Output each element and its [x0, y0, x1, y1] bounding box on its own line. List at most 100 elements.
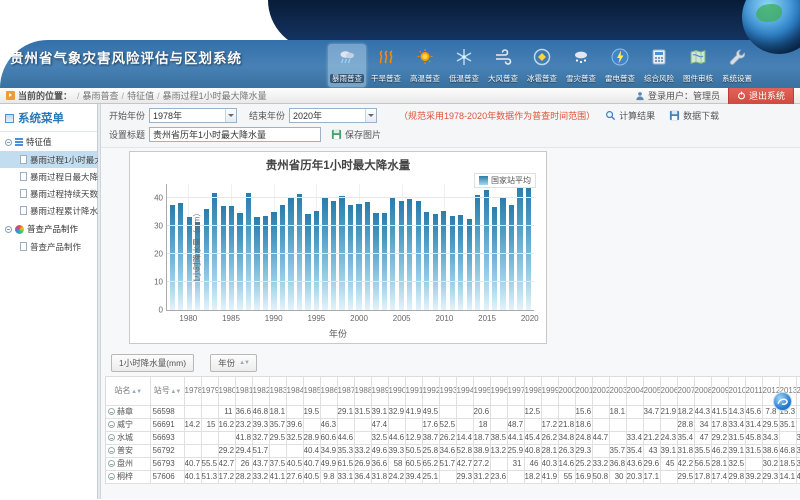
year-header-1983[interactable]: 1983 — [269, 377, 286, 405]
row-expander-icon[interactable] — [108, 473, 115, 480]
year-header-2001[interactable]: 2001 — [575, 377, 592, 405]
value-field-chip[interactable]: 1小时降水量(mm) — [111, 354, 194, 372]
nav-item-雪灾普查[interactable]: 雪灾普查 — [562, 44, 600, 87]
year-header-1993[interactable]: 1993 — [439, 377, 456, 405]
year-header-1986[interactable]: 1986 — [320, 377, 337, 405]
tree-group[interactable]: 特征值 — [0, 132, 97, 151]
year-header-1995[interactable]: 1995 — [473, 377, 490, 405]
station-id-header[interactable]: 站号 ▲▼ — [150, 377, 184, 405]
year-header-2003[interactable]: 2003 — [609, 377, 626, 405]
nav-item-冰雹普查[interactable]: 冰雹普查 — [523, 44, 561, 87]
year-header-1998[interactable]: 1998 — [524, 377, 541, 405]
location-icon — [6, 91, 15, 100]
station-id-cell: 57606 — [150, 470, 184, 483]
year-header-2011[interactable]: 2011 — [745, 377, 762, 405]
year-header-1994[interactable]: 1994 — [456, 377, 473, 405]
chart-title: 贵州省历年1小时最大降水量 — [130, 152, 546, 173]
year-header-2008[interactable]: 2008 — [694, 377, 711, 405]
nav-item-雷电普查[interactable]: 雷电普查 — [601, 44, 639, 87]
nav-item-大风普查[interactable]: 大风普查 — [484, 44, 522, 87]
station-name-header[interactable]: 站名 ▲▼ — [106, 377, 150, 405]
year-header-2007[interactable]: 2007 — [677, 377, 694, 405]
year-field-chip[interactable]: 年份 ▲▼ — [210, 354, 257, 372]
year-header-2014[interactable]: 2014 — [796, 377, 800, 405]
value-cell-1983 — [269, 444, 286, 457]
end-year-select[interactable]: 2020年 — [289, 108, 377, 123]
year-header-1992[interactable]: 1992 — [422, 377, 439, 405]
nav-item-暴雨普查[interactable]: 暴雨普查 — [328, 44, 366, 87]
year-header-1997[interactable]: 1997 — [507, 377, 524, 405]
year-header-1990[interactable]: 1990 — [388, 377, 405, 405]
value-cell-1985: 19.5 — [303, 405, 320, 418]
breadcrumb-item[interactable]: 特征值 — [127, 91, 154, 101]
year-header-1984[interactable]: 1984 — [286, 377, 303, 405]
nav-item-综合风险[interactable]: 综合风险 — [640, 44, 678, 87]
year-header-1981[interactable]: 1981 — [235, 377, 252, 405]
chart-title-input[interactable] — [149, 127, 321, 142]
value-cell-2006: 45 — [660, 457, 677, 470]
year-header-1980[interactable]: 1980 — [218, 377, 235, 405]
tree-item[interactable]: 暴雨过程1小时最大降水量 — [0, 151, 97, 168]
value-cell-2010: 29.8 — [728, 470, 745, 483]
year-header-1978[interactable]: 1978 — [184, 377, 201, 405]
nav-item-高温普查[interactable]: 高温普查 — [406, 44, 444, 87]
year-header-2000[interactable]: 2000 — [558, 377, 575, 405]
value-cell-2003: 30 — [609, 470, 626, 483]
year-header-2006[interactable]: 2006 — [660, 377, 677, 405]
sort-icons[interactable]: ▲▼ — [239, 360, 249, 366]
station-id-cell: 56792 — [150, 444, 184, 457]
year-header-2010[interactable]: 2010 — [728, 377, 745, 405]
collapse-icon[interactable] — [5, 226, 12, 233]
year-header-2002[interactable]: 2002 — [592, 377, 609, 405]
tree-item[interactable]: 暴雨过程累计降水量 — [0, 202, 97, 219]
value-cell-2002: 33.2 — [592, 457, 609, 470]
year-header-1991[interactable]: 1991 — [405, 377, 422, 405]
start-year-select[interactable]: 1978年 — [149, 108, 237, 123]
breadcrumb-item[interactable]: 暴雨过程1小时最大降水量 — [163, 91, 267, 101]
nav-item-图件审核[interactable]: 图件审核 — [679, 44, 717, 87]
year-header-1989[interactable]: 1989 — [371, 377, 388, 405]
year-header-2005[interactable]: 2005 — [643, 377, 660, 405]
year-header-1999[interactable]: 1999 — [541, 377, 558, 405]
calculate-button[interactable]: 计算结果 — [605, 109, 655, 122]
sort-icons[interactable]: ▲▼ — [130, 389, 141, 395]
row-expander-icon[interactable] — [108, 408, 115, 415]
year-header-1979[interactable]: 1979 — [201, 377, 218, 405]
row-expander-icon[interactable] — [108, 434, 115, 441]
tree-item[interactable]: 暴雨过程日最大降水量 — [0, 168, 97, 185]
menu-icon — [5, 114, 14, 123]
year-header-1985[interactable]: 1985 — [303, 377, 320, 405]
year-header-1988[interactable]: 1988 — [354, 377, 371, 405]
floating-widget-button[interactable] — [773, 392, 792, 411]
value-cell-1999: 28.1 — [541, 444, 558, 457]
sidebar-title: 系统菜单 — [18, 110, 64, 126]
row-expander-icon[interactable] — [108, 460, 115, 467]
collapse-icon[interactable] — [5, 139, 12, 146]
value-cell-1990: 39.3 — [388, 444, 405, 457]
year-header-2004[interactable]: 2004 — [626, 377, 643, 405]
row-expander-icon[interactable] — [108, 421, 115, 428]
year-header-1982[interactable]: 1982 — [252, 377, 269, 405]
logout-button[interactable]: 退出系统 — [728, 87, 794, 105]
breadcrumb-item[interactable]: 暴雨普查 — [83, 91, 119, 101]
app-title: 贵州省气象灾害风险评估与区划系统 — [10, 47, 242, 67]
value-cell-1987: 29.1 — [337, 405, 354, 418]
tree-item[interactable]: 普查产品制作 — [0, 238, 97, 255]
nav-item-低温普查[interactable]: 低温普查 — [445, 44, 483, 87]
row-expander-icon[interactable] — [108, 447, 115, 454]
data-download-button[interactable]: 数据下载 — [669, 109, 719, 122]
bar-1991 — [280, 205, 285, 310]
year-header-1996[interactable]: 1996 — [490, 377, 507, 405]
tree-group[interactable]: 普查产品制作 — [0, 219, 97, 238]
nav-item-系统设置[interactable]: 系统设置 — [718, 44, 756, 87]
tree-item[interactable]: 暴雨过程持续天数 — [0, 185, 97, 202]
sort-icons[interactable]: ▲▼ — [170, 389, 181, 395]
value-cell-1984: 32.5 — [286, 431, 303, 444]
nav-item-干旱普查[interactable]: 干旱普查 — [367, 44, 405, 87]
save-image-button[interactable]: 保存图片 — [331, 128, 381, 141]
year-header-1987[interactable]: 1987 — [337, 377, 354, 405]
end-year-label: 结束年份 — [249, 109, 285, 122]
year-header-2009[interactable]: 2009 — [711, 377, 728, 405]
value-cell-1996 — [490, 418, 507, 431]
value-cell-1985 — [303, 418, 320, 431]
